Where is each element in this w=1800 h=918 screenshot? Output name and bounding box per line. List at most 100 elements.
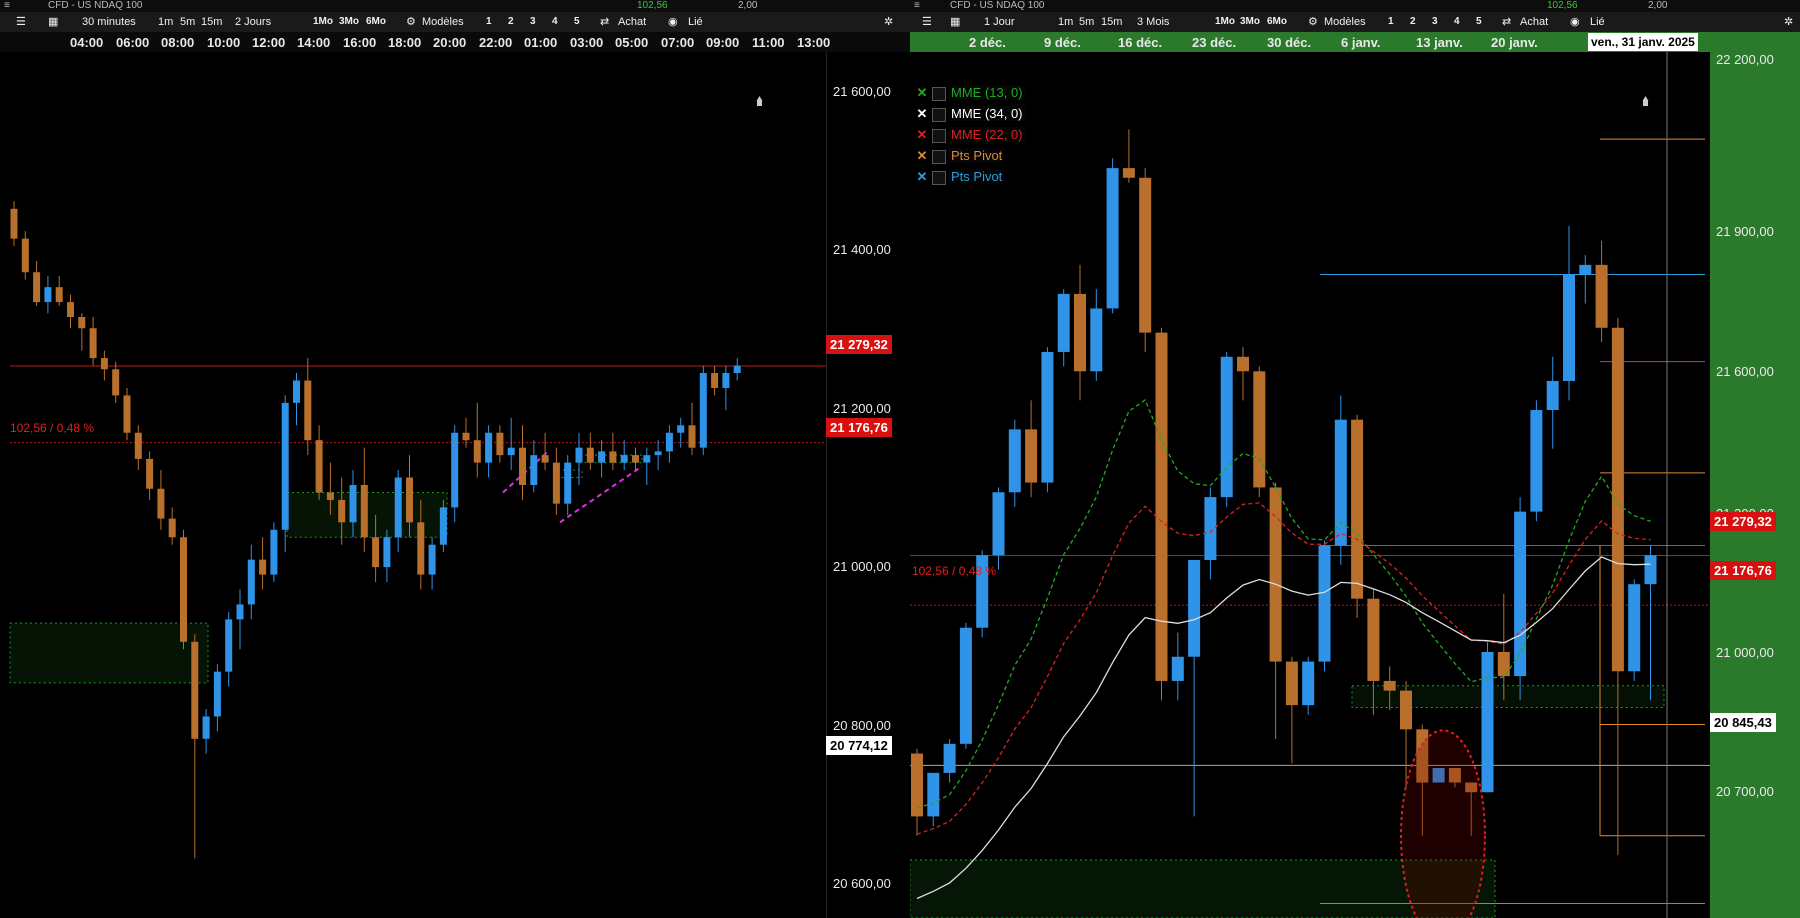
models-button[interactable]: Modèles <box>1324 12 1366 32</box>
link-icon[interactable]: ◉ <box>668 12 678 32</box>
linked-button[interactable]: Lié <box>1590 12 1605 32</box>
price-chart-30min[interactable] <box>0 52 826 918</box>
interval-select[interactable]: 1 Jour <box>984 12 1015 32</box>
candle-body <box>406 477 413 523</box>
settings-gear-icon[interactable]: ✲ <box>884 12 893 32</box>
indicator-style-icon[interactable] <box>932 86 946 101</box>
candle-body <box>349 485 357 523</box>
candle-body <box>1139 177 1152 333</box>
legend-label: MME (13, 0) <box>949 85 1025 100</box>
candle-body <box>1563 274 1575 381</box>
buy-icon[interactable]: ⇄ <box>600 12 609 32</box>
grid-icon[interactable]: ▦ <box>48 12 58 32</box>
layout-2[interactable]: 2 <box>1410 12 1416 32</box>
period-3mo[interactable]: 3Mo <box>339 12 359 32</box>
quick-1m[interactable]: 1m <box>158 12 173 32</box>
candle-body <box>1106 168 1119 309</box>
indicator-style-icon[interactable] <box>932 107 946 122</box>
layout-1[interactable]: 1 <box>486 12 492 32</box>
time-tick-1: 9 déc. <box>1044 35 1081 50</box>
linked-button[interactable]: Lié <box>688 12 703 32</box>
candle-body <box>1155 332 1168 681</box>
candle-body <box>304 380 312 441</box>
period-1mo[interactable]: 1Mo <box>1215 12 1235 32</box>
candle-body <box>609 451 617 463</box>
link-icon[interactable]: ◉ <box>1570 12 1580 32</box>
legend-item[interactable]: ✕ MME (22, 0) <box>915 124 1025 145</box>
instrument-name[interactable]: CFD - US NDAQ 100 <box>48 0 142 12</box>
settings-gear-icon[interactable]: ✲ <box>1784 12 1793 32</box>
layout-1[interactable]: 1 <box>1388 12 1394 32</box>
candle-body <box>519 447 526 485</box>
remove-indicator-icon[interactable]: ✕ <box>915 82 929 103</box>
models-button[interactable]: Modèles <box>422 12 464 32</box>
time-tick-5: 14:00 <box>297 35 331 50</box>
candle-body <box>270 529 278 575</box>
chart-pane-30min[interactable]: ≡ CFD - US NDAQ 100 102,56 2,00 ☰ ▦ 30 m… <box>0 0 910 918</box>
legend-item[interactable]: ✕ MME (13, 0) <box>915 82 1025 103</box>
candle-body <box>1481 651 1494 793</box>
layout-4[interactable]: 4 <box>1454 12 1460 32</box>
candle-body <box>586 447 594 463</box>
remove-indicator-icon[interactable]: ✕ <box>915 124 929 145</box>
legend-item[interactable]: ✕ Pts Pivot <box>915 166 1025 187</box>
time-tick-16: 13:00 <box>797 35 831 50</box>
menu-icon[interactable]: ≡ <box>4 0 10 12</box>
instrument-name[interactable]: CFD - US NDAQ 100 <box>950 0 1044 12</box>
indicator-style-icon[interactable] <box>932 149 946 164</box>
price-tick-2: 21 200,00 <box>833 401 891 416</box>
range-select[interactable]: 2 Jours <box>235 12 271 32</box>
quick-15m[interactable]: 15m <box>201 12 222 32</box>
candle-body <box>1008 429 1021 493</box>
remove-indicator-icon[interactable]: ✕ <box>915 103 929 124</box>
quick-5m[interactable]: 5m <box>180 12 195 32</box>
buy-button[interactable]: Achat <box>618 12 646 32</box>
layout-3[interactable]: 3 <box>1432 12 1438 32</box>
time-tick-15: 11:00 <box>752 35 785 50</box>
candle-body <box>496 432 504 456</box>
layout-5[interactable]: 5 <box>574 12 580 32</box>
candle-body <box>315 440 323 493</box>
candle-body <box>677 425 685 433</box>
chart-pane-daily[interactable]: ≡ CFD - US NDAQ 100 102,56 2,00 ☰ ▦ 1 Jo… <box>910 0 1800 918</box>
buy-button[interactable]: Achat <box>1520 12 1548 32</box>
time-tick-9: 22:00 <box>479 35 513 50</box>
period-6mo[interactable]: 6Mo <box>1267 12 1287 32</box>
layout-3[interactable]: 3 <box>530 12 536 32</box>
layout-5[interactable]: 5 <box>1476 12 1482 32</box>
time-tick-0: 04:00 <box>70 35 104 50</box>
list-icon[interactable]: ☰ <box>16 12 26 32</box>
candle-body <box>146 458 154 489</box>
models-icon[interactable]: ⚙ <box>1308 12 1318 32</box>
candle-body <box>112 369 120 396</box>
indicator-style-icon[interactable] <box>932 170 946 185</box>
remove-indicator-icon[interactable]: ✕ <box>915 166 929 187</box>
layout-4[interactable]: 4 <box>552 12 558 32</box>
price-chart-daily[interactable] <box>910 52 1710 918</box>
candle-body <box>428 544 436 575</box>
menu-icon[interactable]: ≡ <box>914 0 920 12</box>
grid-icon[interactable]: ▦ <box>950 12 960 32</box>
list-icon[interactable]: ☰ <box>922 12 932 32</box>
period-1mo[interactable]: 1Mo <box>313 12 333 32</box>
candle-body <box>1269 487 1282 662</box>
candle-body <box>1171 656 1184 681</box>
quick-5m[interactable]: 5m <box>1079 12 1094 32</box>
quick-15m[interactable]: 15m <box>1101 12 1122 32</box>
quick-1m[interactable]: 1m <box>1058 12 1073 32</box>
candle-body <box>1611 327 1624 672</box>
price-tick-1: 21 900,00 <box>1716 224 1774 239</box>
remove-indicator-icon[interactable]: ✕ <box>915 145 929 166</box>
period-3mo[interactable]: 3Mo <box>1240 12 1260 32</box>
legend-item[interactable]: ✕ Pts Pivot <box>915 145 1025 166</box>
layout-2[interactable]: 2 <box>508 12 514 32</box>
range-select[interactable]: 3 Mois <box>1137 12 1169 32</box>
models-icon[interactable]: ⚙ <box>406 12 416 32</box>
candle-body <box>992 492 1005 556</box>
period-6mo[interactable]: 6Mo <box>366 12 386 32</box>
buy-icon[interactable]: ⇄ <box>1502 12 1511 32</box>
candle-body <box>281 402 289 530</box>
legend-item[interactable]: ✕ MME (34, 0) <box>915 103 1025 124</box>
interval-select[interactable]: 30 minutes <box>82 12 136 32</box>
indicator-style-icon[interactable] <box>932 128 946 143</box>
